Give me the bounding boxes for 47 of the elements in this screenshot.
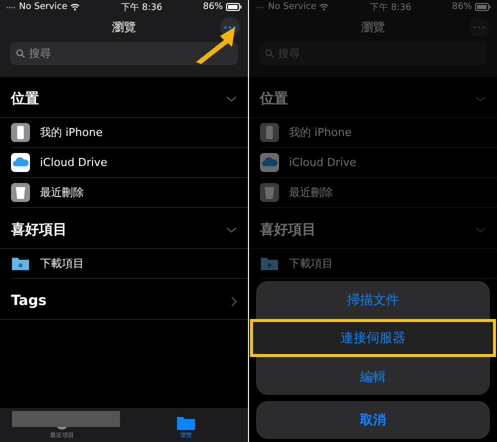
section-title: 位置: [260, 90, 288, 108]
cloud-icon: [11, 153, 30, 172]
screen-title: 瀏覽: [361, 18, 385, 36]
phone-icon: [260, 123, 279, 142]
screen-title: 瀏覽: [112, 18, 136, 36]
location-label[interactable]: 最近刪除: [40, 185, 84, 200]
ellipsis-icon: [224, 26, 236, 28]
location-label[interactable]: iCloud Drive: [40, 156, 108, 169]
cloud-icon: [260, 153, 279, 172]
signal-icon: [6, 6, 16, 8]
battery-icon: [226, 3, 242, 11]
action-button[interactable]: 連接伺服器: [250, 319, 496, 357]
trash-icon: [11, 183, 30, 202]
location-label[interactable]: 我的 iPhone: [40, 125, 103, 140]
cancel-button[interactable]: 取消: [256, 401, 490, 439]
section-title: 位置: [11, 90, 39, 108]
search-icon: [265, 49, 274, 58]
section-title: 喜好項目: [260, 221, 316, 239]
location-label[interactable]: iCloud Drive: [289, 156, 356, 169]
search-input[interactable]: 搜尋: [29, 47, 209, 60]
search-icon: [16, 49, 25, 58]
location-label[interactable]: 下載項目: [40, 256, 84, 271]
wifi-icon: [70, 3, 80, 11]
time-text: 下午 8:36: [121, 2, 162, 14]
location-label[interactable]: 最近刪除: [289, 185, 333, 200]
time-text: 下午 8:36: [370, 2, 412, 14]
signal-icon: [255, 6, 265, 8]
chevron-right-icon[interactable]: [231, 296, 237, 306]
folder-icon: [177, 416, 195, 430]
trash-icon: [260, 183, 279, 202]
location-label[interactable]: 我的 iPhone: [289, 125, 352, 140]
section-title: 喜好項目: [11, 221, 67, 239]
battery-icon: [475, 3, 491, 11]
carrier-text: No Service: [268, 2, 316, 12]
location-label[interactable]: 下載項目: [289, 256, 333, 271]
section-title: Tags: [11, 293, 47, 309]
chevron-down-icon[interactable]: [226, 227, 237, 233]
battery-text: 86%: [202, 2, 223, 12]
chevron-down-icon[interactable]: [226, 96, 237, 102]
search-field[interactable]: 搜尋: [10, 42, 238, 65]
action-button[interactable]: 編輯: [256, 357, 490, 395]
action-button[interactable]: 掃描文件: [256, 281, 490, 319]
battery-text: 86%: [452, 2, 472, 12]
wifi-icon: [319, 3, 330, 11]
ellipsis-icon: [473, 26, 485, 28]
phone-icon: [11, 123, 30, 142]
carrier-text: No Service: [19, 2, 68, 12]
